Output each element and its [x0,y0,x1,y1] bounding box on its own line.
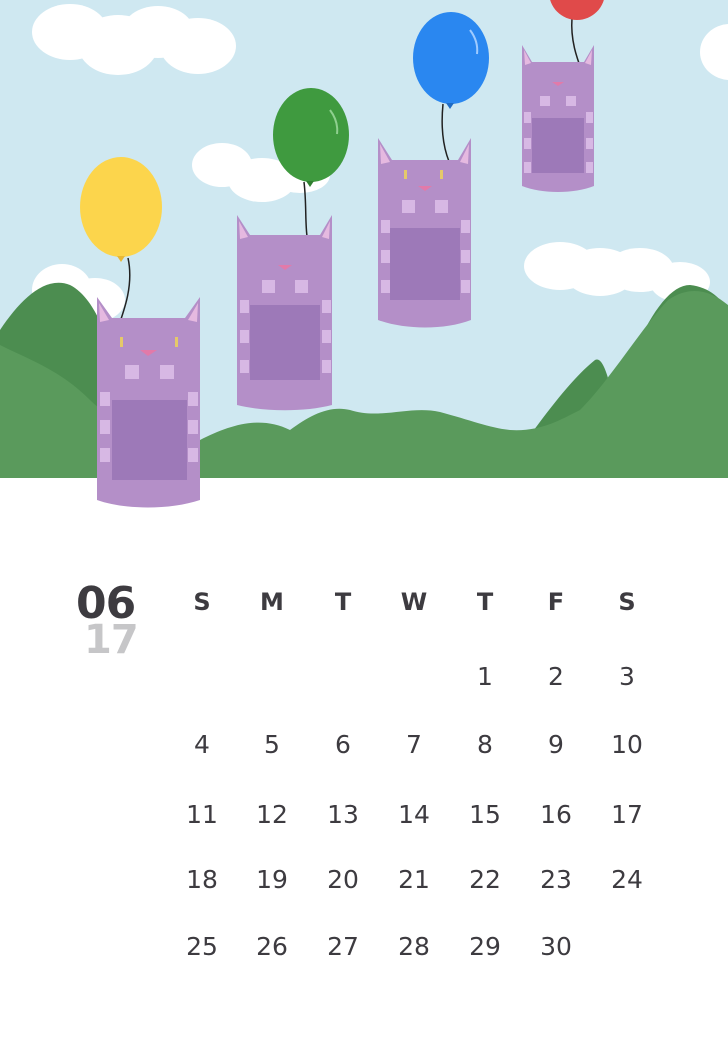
calendar: 06 17 S M T W T F S 1 2 3 4 5 6 7 8 9 10 11 12 13 14 15 16 17 18… [0,560,728,1058]
weekday-header: T [334,588,352,616]
day-cell: 29 [469,932,501,961]
day-cell: 21 [398,865,430,894]
day-cell: 20 [327,865,359,894]
day-cell: 11 [186,800,218,829]
day-cell: 27 [327,932,359,961]
header-illustration [0,0,728,508]
day-cell: 30 [540,932,572,961]
day-cell: 16 [540,800,572,829]
day-cell: 2 [548,662,564,691]
day-cell: 22 [469,865,501,894]
day-cell: 23 [540,865,572,894]
day-cell: 9 [548,730,564,759]
day-cell: 17 [611,800,643,829]
day-cell: 13 [327,800,359,829]
day-cell: 15 [469,800,501,829]
weekday-header: M [260,588,284,616]
day-cell: 18 [186,865,218,894]
cat-icon [97,297,200,508]
day-cell: 24 [611,865,643,894]
cat-icon [237,215,332,411]
day-cell: 28 [398,932,430,961]
day-cell: 1 [477,662,493,691]
day-cell: 12 [256,800,288,829]
day-cell: 26 [256,932,288,961]
day-cell: 5 [264,730,280,759]
cat-icon [378,138,471,328]
day-cell: 3 [619,662,635,691]
day-cell: 8 [477,730,493,759]
day-cell: 4 [194,730,210,759]
month-year-block: 06 17 [76,582,156,663]
day-cell: 7 [406,730,422,759]
day-cell: 6 [335,730,351,759]
weekday-header: S [193,588,211,616]
weekday-header: F [547,588,565,616]
day-cell: 14 [398,800,430,829]
day-cell: 25 [186,932,218,961]
weekday-header: S [618,588,636,616]
weekday-header: T [476,588,494,616]
day-cell: 10 [611,730,643,759]
day-cell: 19 [256,865,288,894]
weekday-header: W [400,588,428,616]
year-number: 17 [84,617,139,663]
cat-icon [522,45,594,192]
